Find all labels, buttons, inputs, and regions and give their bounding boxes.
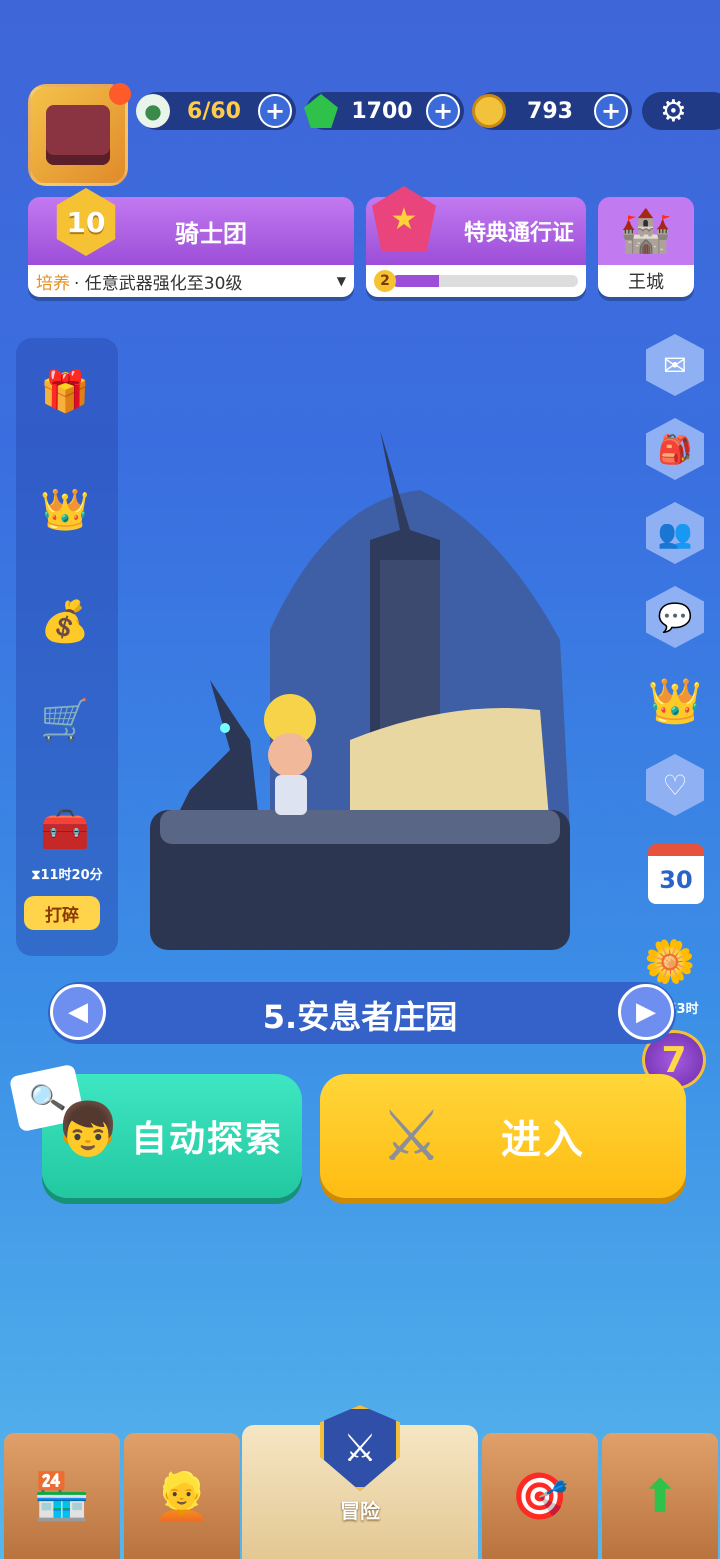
nav-adventure-tab[interactable]: ⚔ 冒险: [242, 1405, 478, 1559]
chat-icon: 💬: [657, 600, 693, 634]
nav-hero-tab[interactable]: 👱: [124, 1433, 240, 1559]
coin-icon: [472, 94, 506, 128]
favorite-button[interactable]: ♡: [646, 754, 704, 816]
chest-icon: 🧰: [40, 806, 90, 853]
player-avatar[interactable]: [28, 83, 131, 186]
gem-value: 1700: [351, 98, 413, 124]
avatar-crown-icon: [46, 105, 110, 165]
energy-value: 6/60: [187, 98, 241, 124]
adventure-shield-icon: ⚔: [320, 1405, 400, 1491]
heart-icon: ♡: [662, 768, 688, 802]
dropdown-arrow-icon[interactable]: ▼: [337, 274, 346, 288]
previous-stage-button[interactable]: ◀: [50, 984, 106, 1040]
trophy-crown-icon: 👑: [647, 676, 703, 727]
hero-face-icon: 👦: [55, 1099, 121, 1160]
enter-button[interactable]: ⚔ 进入: [320, 1074, 686, 1198]
gift-box-button[interactable]: 🎁: [24, 352, 106, 430]
crown-badge-icon: 👑: [40, 486, 90, 533]
hero-icon: 👱: [153, 1468, 211, 1523]
shop-icon: 🏪: [33, 1468, 91, 1523]
add-coins-button[interactable]: +: [594, 94, 628, 128]
crossed-swords-icon: ⚔: [380, 1095, 445, 1177]
task-prefix: 培养: [36, 273, 70, 294]
gem-counter: 1700 +: [304, 92, 464, 130]
haunted-tower-illustration: [150, 430, 570, 950]
calendar-day: 30: [659, 866, 693, 894]
gear-icon: ⚙: [660, 93, 687, 129]
coin-counter: 793 +: [472, 92, 632, 130]
mail-icon: ✉: [663, 348, 687, 382]
add-gems-button[interactable]: +: [426, 94, 460, 128]
task-text: · 任意武器强化至30级: [74, 273, 243, 294]
pass-progress-fill: [392, 275, 439, 287]
next-stage-button[interactable]: ▶: [618, 984, 674, 1040]
pass-title: 特典通行证: [463, 221, 574, 246]
arrow-left-icon: ◀: [68, 997, 88, 1027]
friends-icon: 👥: [657, 516, 693, 550]
pass-level: 2: [380, 273, 390, 289]
notification-dot: [109, 83, 131, 105]
guild-title: 骑士团: [175, 219, 247, 248]
guild-level: 10: [66, 205, 106, 239]
treasure-chest-button[interactable]: 🧰: [24, 790, 106, 868]
castle-icon: 🏰: [619, 206, 673, 255]
gem-icon: [304, 94, 338, 128]
treasure-cart-icon: 🛒: [40, 696, 90, 743]
chat-button[interactable]: 💬: [646, 586, 704, 648]
nav-shop-tab[interactable]: 🏪: [4, 1433, 120, 1559]
smash-label: 打碎: [45, 905, 79, 926]
energy-counter: ● 6/60 +: [136, 92, 296, 130]
target-icon: 🎯: [511, 1468, 569, 1523]
calendar-button[interactable]: 30: [648, 844, 704, 904]
pass-progress-bar: [392, 275, 578, 287]
auto-explore-label: 自动探索: [130, 1119, 283, 1160]
chest-timer: ⧗11时20分: [31, 868, 103, 883]
ranking-crown-button[interactable]: 👑: [644, 668, 706, 734]
add-energy-button[interactable]: +: [258, 94, 292, 128]
castle-label: 王城: [628, 272, 664, 293]
egg-icon: ●: [136, 94, 170, 128]
flower-icon: 🌼: [643, 937, 697, 986]
coin-value: 793: [527, 98, 573, 124]
friends-button[interactable]: 👥: [646, 502, 704, 564]
backpack-button[interactable]: 🎒: [646, 418, 704, 480]
smash-button[interactable]: 打碎: [24, 896, 100, 930]
star-medal-icon: ★: [372, 186, 436, 252]
stage-scene[interactable]: [150, 410, 580, 950]
growth-fund-button[interactable]: 💰: [24, 582, 106, 660]
castle-button[interactable]: 🏰 王城: [598, 197, 694, 297]
pass-level-badge: 2: [374, 270, 396, 292]
nav-target-tab[interactable]: 🎯: [482, 1433, 598, 1559]
arrow-right-icon: ▶: [636, 997, 656, 1027]
vip-crown-button[interactable]: 👑: [24, 470, 106, 548]
mail-button[interactable]: ✉: [646, 334, 704, 396]
shop-cart-button[interactable]: 🛒: [24, 680, 106, 758]
enter-label: 进入: [501, 1117, 585, 1163]
green-arrow-up-icon: ⬆: [640, 1469, 680, 1523]
adventure-label: 冒险: [340, 1499, 380, 1523]
backpack-icon: 🎒: [657, 432, 693, 466]
nav-upgrade-tab[interactable]: ⬆: [602, 1433, 718, 1559]
stage-name: 5.安息者庄园: [262, 998, 458, 1036]
gift-icon: 🎁: [40, 368, 90, 415]
settings-button[interactable]: ⚙: [642, 92, 720, 130]
coins-arrow-icon: 💰: [40, 598, 90, 645]
